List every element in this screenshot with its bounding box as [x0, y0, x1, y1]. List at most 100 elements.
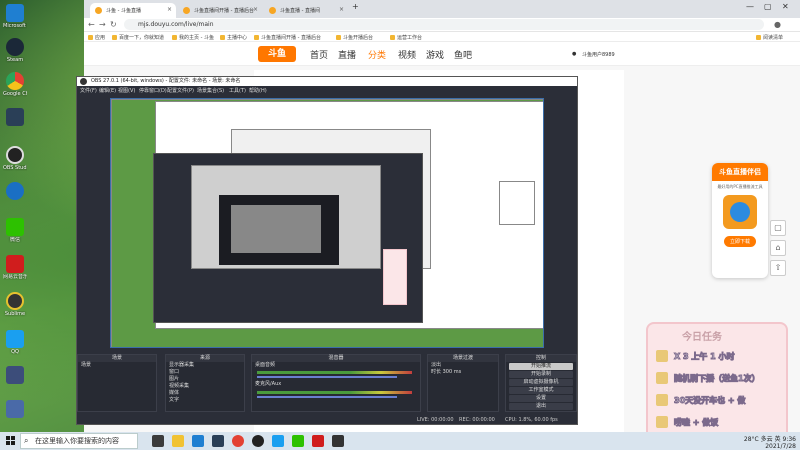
close-tab-icon[interactable]: × — [167, 6, 172, 13]
clock-time[interactable]: 9:36 — [783, 436, 796, 443]
menu-view[interactable]: 视图(V) — [118, 87, 135, 94]
duration-label: 时长 — [431, 369, 442, 375]
clock-date[interactable]: 2021/7/28 — [765, 443, 796, 450]
taskbar-search-input[interactable]: 在这里输入你要搜索的内容 — [20, 433, 138, 449]
scene-item[interactable]: 场景 — [78, 362, 156, 369]
forward-icon[interactable]: → — [99, 20, 106, 29]
desktop-icon-obs[interactable]: OBS Studio — [3, 146, 27, 171]
settings-button[interactable]: 设置 — [509, 395, 573, 402]
menu-edit[interactable]: 编辑(E) — [99, 87, 116, 94]
close-window-button[interactable]: ✕ — [782, 2, 789, 11]
menu-profile[interactable]: 配置文件(P) — [167, 87, 194, 94]
tab-douyu[interactable]: 斗鱼 - 斗鱼直播 × — [90, 3, 176, 18]
bookmark-reading-list[interactable]: 阅读清单 — [756, 34, 783, 41]
desktop-icon-steam[interactable]: Steam — [3, 38, 27, 63]
maximize-button[interactable]: ▢ — [764, 2, 772, 11]
preview-nested-obs-4 — [231, 205, 321, 253]
bookmark-backend[interactable]: 斗鱼直播间开播 - 直播后台 — [254, 34, 321, 41]
virtual-camera-button[interactable]: 启动虚拟摄像机 — [509, 379, 573, 386]
desktop-icon-music[interactable]: 网易云音乐 — [3, 255, 27, 280]
source-item[interactable]: 媒体 — [166, 390, 244, 397]
mixer-dock: 混音器 桌面音频 麦克风/Aux — [251, 354, 421, 412]
douyu-favicon — [183, 7, 190, 14]
nav-live[interactable]: 直播 — [338, 48, 356, 61]
desktop-icon-sublime[interactable]: Sublime — [3, 292, 27, 317]
bookmark-apps[interactable]: 应用 — [88, 34, 105, 41]
back-icon[interactable]: ← — [88, 20, 95, 29]
music-taskbar-icon[interactable] — [312, 435, 324, 447]
bookmark-home[interactable]: 我的主页 - 斗鱼 — [172, 34, 214, 41]
edge-taskbar-icon[interactable] — [192, 435, 204, 447]
file-explorer-icon[interactable] — [172, 435, 184, 447]
desktop-audio-slider[interactable] — [257, 376, 397, 378]
obs-icon — [6, 146, 24, 164]
float-tool-1[interactable]: ▢ — [770, 220, 786, 236]
duration-input[interactable]: 300 ms — [443, 369, 462, 375]
nav-game[interactable]: 游戏 — [426, 48, 444, 61]
bookmark-anchor[interactable]: 主播中心 — [220, 34, 247, 41]
desktop-icon-app3[interactable] — [3, 400, 27, 419]
source-item[interactable]: 图片 — [166, 376, 244, 383]
user-avatar[interactable]: ● — [572, 51, 576, 57]
douyu-logo[interactable]: 斗鱼 — [258, 46, 296, 62]
bookmark-ops[interactable]: 运营工作台 — [390, 34, 422, 41]
windows-start-icon[interactable] — [6, 436, 16, 446]
live-companion-card[interactable]: 斗鱼直播伴侣 最好用的PC直播推流工具 立即下载 — [712, 163, 768, 278]
menu-scene-collection[interactable]: 场景集合(S) — [197, 87, 224, 94]
app-icon — [6, 400, 24, 418]
tab-live[interactable]: 斗鱼直播 - 直播间 × — [264, 3, 348, 18]
chrome-icon — [6, 72, 24, 90]
minimize-button[interactable]: — — [746, 2, 754, 11]
desktop-icon-app[interactable] — [3, 182, 27, 201]
nav-video[interactable]: 视频 — [398, 48, 416, 61]
new-tab-button[interactable]: + — [352, 2, 359, 11]
desktop-icon-chrome[interactable]: Google Chrome — [3, 72, 27, 97]
profile-icon[interactable]: ● — [774, 20, 781, 29]
nav-category[interactable]: 分类 — [368, 48, 386, 61]
bookmark-backend2[interactable]: 斗鱼开播后台 — [336, 34, 373, 41]
nav-home[interactable]: 首页 — [310, 48, 328, 61]
douyu-favicon — [269, 7, 276, 14]
nav-fishbar[interactable]: 鱼吧 — [454, 48, 472, 61]
desktop-icon-steam2[interactable] — [3, 108, 27, 127]
source-item[interactable]: 窗口 — [166, 369, 244, 376]
tab-backend[interactable]: 斗鱼直播间开播 - 直播后台 × — [178, 3, 262, 18]
back-to-top-icon[interactable]: ⇧ — [770, 260, 786, 276]
desktop-icon-qq[interactable]: QQ — [3, 330, 27, 355]
start-streaming-button[interactable]: 开始推流 — [509, 363, 573, 370]
task-line: 随机刷下播（送鱼1次） — [656, 370, 782, 387]
ime-lang[interactable]: 英 — [775, 436, 781, 443]
exit-button[interactable]: 退出 — [509, 403, 573, 410]
download-button[interactable]: 立即下载 — [723, 236, 756, 247]
source-item[interactable]: 文字 — [166, 397, 244, 404]
steam-taskbar-icon[interactable] — [212, 435, 224, 447]
menu-help[interactable]: 帮助(H) — [249, 87, 267, 94]
desktop-icon-app2[interactable] — [3, 366, 27, 385]
task-view-icon[interactable] — [152, 435, 164, 447]
desktop-icon-edge[interactable]: Microsoft Edge — [3, 4, 27, 29]
mic-audio-slider[interactable] — [257, 396, 397, 398]
qq-taskbar-icon[interactable] — [272, 435, 284, 447]
desktop-icon-wechat[interactable]: 微信 — [3, 218, 27, 243]
url-input[interactable]: mjs.douyu.com/live/main — [124, 19, 764, 30]
close-tab-icon[interactable]: × — [339, 6, 344, 13]
app-taskbar-icon[interactable] — [332, 435, 344, 447]
user-name[interactable]: 斗鱼用户8989 — [582, 51, 615, 58]
studio-mode-button[interactable]: 工作室模式 — [509, 387, 573, 394]
source-item[interactable]: 显示器采集 — [166, 362, 244, 369]
close-tab-icon[interactable]: × — [253, 6, 258, 13]
start-recording-button[interactable]: 开始录制 — [509, 371, 573, 378]
weather-text[interactable]: 28°C 多云 — [744, 436, 773, 443]
wechat-taskbar-icon[interactable] — [292, 435, 304, 447]
chrome-taskbar-icon[interactable] — [232, 435, 244, 447]
bookmark-baidu[interactable]: 百度一下，你就知道 — [112, 34, 164, 41]
home-icon[interactable]: ⌂ — [770, 240, 786, 256]
menu-tools[interactable]: 工具(T) — [229, 87, 246, 94]
transition-type-select[interactable]: 淡出 — [428, 362, 498, 369]
source-item[interactable]: 视频采集 — [166, 383, 244, 390]
obs-preview[interactable] — [110, 98, 544, 348]
menu-dock[interactable]: 停靠窗口(D) — [139, 87, 167, 94]
menu-file[interactable]: 文件(F) — [80, 87, 97, 94]
reload-icon[interactable]: ↻ — [110, 20, 117, 29]
obs-taskbar-icon[interactable] — [252, 435, 264, 447]
